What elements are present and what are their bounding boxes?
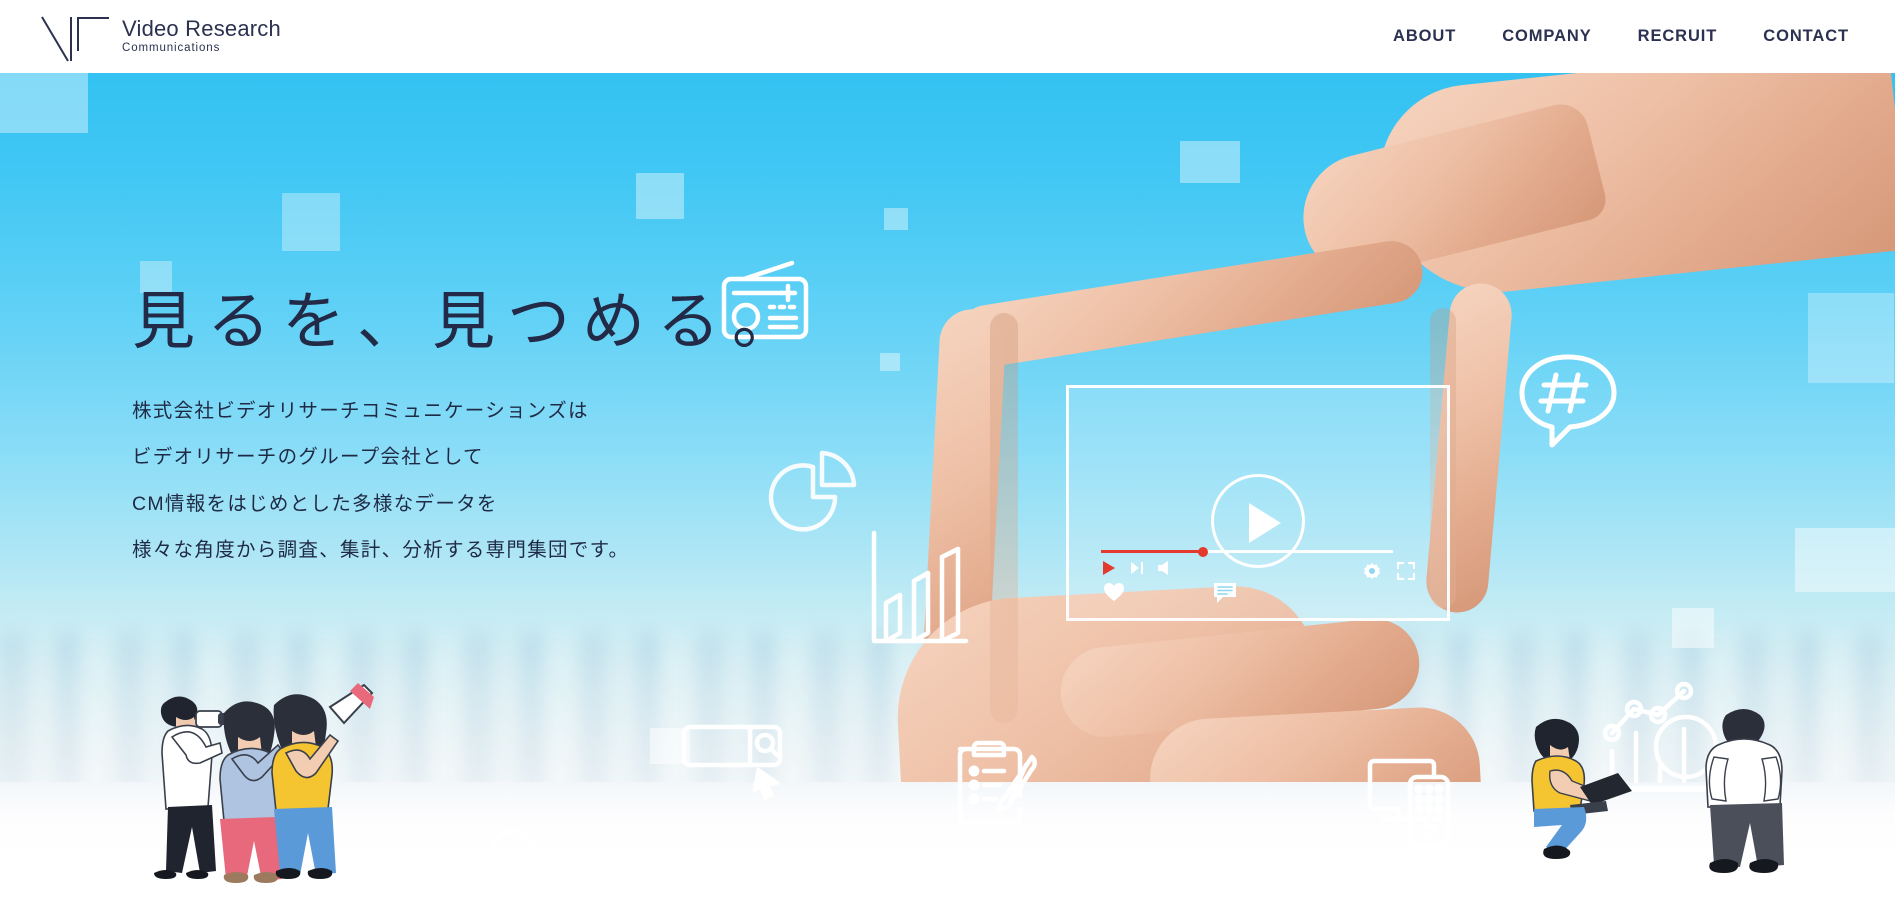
- hero-lead-line: CM情報をはじめとした多様なデータを: [132, 492, 498, 515]
- nav-item-contact[interactable]: CONTACT: [1763, 27, 1849, 46]
- video-progress-fill: [1101, 550, 1204, 553]
- main-navigation: ABOUT COMPANY RECRUIT CONTACT: [1393, 27, 1849, 46]
- nav-item-company[interactable]: COMPANY: [1502, 27, 1591, 46]
- tv-remote-icon: [1364, 757, 1468, 853]
- clipboard-pencil-icon: [952, 735, 1046, 833]
- nav-item-recruit[interactable]: RECRUIT: [1638, 27, 1718, 46]
- hero-section: 見るを、見つめる。 株式会社ビデオリサーチコミュニケーションズは ビデオリサーチ…: [0, 73, 1895, 902]
- comment-icon[interactable]: [1213, 582, 1237, 609]
- site-header: Video Research Communications ABOUT COMP…: [0, 0, 1895, 73]
- hashtag-bubble-icon: [1516, 349, 1620, 451]
- person-with-megaphone: [248, 679, 388, 896]
- video-social-row: [1101, 578, 1393, 614]
- bar-chart-icon: [866, 529, 974, 651]
- nav-item-about[interactable]: ABOUT: [1393, 27, 1456, 46]
- video-progress-knob[interactable]: [1198, 546, 1209, 557]
- page-title: 見るを、見つめる。: [132, 287, 807, 357]
- search-bar-icon: [680, 721, 790, 800]
- hero-lead-paragraph: 株式会社ビデオリサーチコミュニケーションズは ビデオリサーチのグループ会社として…: [132, 399, 807, 562]
- video-research-logo-mark: [38, 11, 116, 63]
- hero-copy: 見るを、見つめる。 株式会社ビデオリサーチコミュニケーションズは ビデオリサーチ…: [132, 283, 807, 588]
- person-standing: [1692, 705, 1802, 890]
- play-icon[interactable]: [1211, 474, 1305, 568]
- heart-icon[interactable]: [1103, 582, 1125, 607]
- logo-title: Video Research: [122, 16, 281, 42]
- video-player-card[interactable]: [1066, 385, 1450, 621]
- fullscreen-icon[interactable]: [1396, 561, 1416, 585]
- hero-lead-line: 株式会社ビデオリサーチコミュニケーションズは: [132, 399, 589, 422]
- magnifier-icon: [484, 821, 556, 893]
- hero-lead-line: 様々な角度から調査、集計、分析する専門集団です。: [132, 539, 630, 562]
- hero-lead-line: ビデオリサーチのグループ会社として: [132, 446, 484, 469]
- site-logo[interactable]: Video Research Communications: [38, 9, 281, 65]
- logo-subtitle: Communications: [122, 42, 221, 55]
- logo-text: Video Research Communications: [122, 18, 281, 55]
- person-with-laptop: [1510, 709, 1660, 864]
- video-progress-track[interactable]: [1101, 546, 1393, 557]
